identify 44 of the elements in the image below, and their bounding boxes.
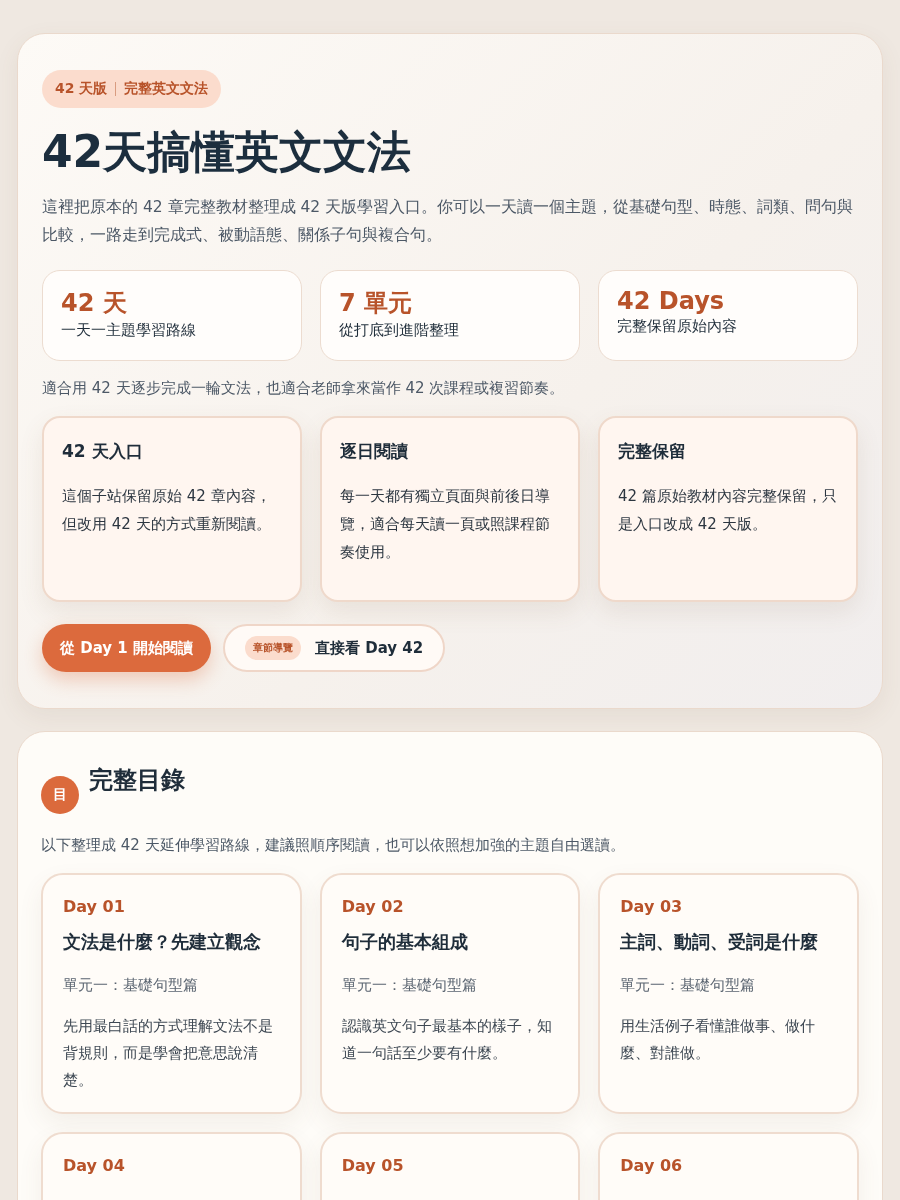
day-label: Day 05 — [341, 1156, 405, 1176]
unit-label: 單元一：基礎句型篇 — [341, 976, 478, 996]
unit-label: 單元一：基礎句型篇 — [620, 976, 757, 996]
stat-value: 42 Days — [617, 287, 726, 316]
stat-label: 完整保留原始內容 — [617, 317, 738, 337]
note-text: 適合用 42 天逐步完成一輪文法，也適合老師拿來當作 42 次課程或複習節奏。 — [42, 379, 566, 399]
day-card[interactable]: Day 06 — [598, 1132, 859, 1200]
day-label: Day 02 — [341, 897, 405, 917]
day-title: 主詞、動詞、受詞是什麼 — [620, 930, 820, 955]
stat-value: 7 單元 — [339, 288, 414, 320]
day-card[interactable]: Day 03 主詞、動詞、受詞是什麼 單元一：基礎句型篇 用生活例子看懂誰做事、做什麼、對誰做。 — [598, 873, 859, 1115]
day-label: Day 01 — [63, 897, 126, 917]
day-card[interactable]: Day 02 句子的基本組成 單元一：基礎句型篇 認識英文句子最基本的樣子，知道一句話至少要有什麼。 — [319, 873, 581, 1115]
chapter-tag: 章節導覽 — [245, 636, 301, 661]
stat-label: 一天一主題學習路線 — [61, 321, 197, 341]
day-card[interactable]: Day 05 — [319, 1132, 581, 1200]
page-title: 42天搞懂英文文法 — [42, 126, 413, 179]
day-title: 文法是什麼？先建立觀念 — [63, 930, 262, 955]
day-label: Day 03 — [620, 897, 684, 917]
feature-title: 42 天入口 — [62, 440, 144, 464]
badge-label: 完整英文文法 — [124, 80, 209, 98]
day-description: 先用最白話的方式理解文法不是背規則，而是學會把意思說清楚。 — [63, 1016, 274, 1092]
jump-label[interactable]: 直接看 Day 42 — [315, 638, 424, 658]
day-card[interactable]: Day 01 文法是什麼？先建立觀念 單元一：基礎句型篇 先用最白話的方式理解文法不是背規則，而是學會把意思說清楚。 — [41, 873, 302, 1115]
day-label: Day 06 — [620, 1156, 684, 1176]
stat-value: 42 天 — [61, 288, 128, 320]
day-title: 句子的基本組成 — [341, 930, 469, 955]
day-description: 用生活例子看懂誰做事、做什麼、對誰做。 — [620, 1016, 817, 1065]
unit-label: 單元一：基礎句型篇 — [63, 976, 199, 996]
feature-text: 每一天都有獨立頁面與前後日導覽，適合每天讀一頁或照課程節奏使用。 — [340, 486, 551, 563]
section-title: 完整目錄 — [89, 765, 185, 797]
toc-icon: 目 — [41, 776, 79, 815]
day-label: Day 04 — [63, 1156, 126, 1176]
feature-title: 逐日閱讀 — [340, 440, 409, 464]
toc-intro-text: 以下整理成 42 天延伸學習路線，建議照順序閱讀，也可以依照想加強的主題自由選讀。 — [41, 836, 626, 856]
feature-title: 完整保留 — [618, 440, 687, 464]
feature-text: 42 篇原始教材內容完整保留，只是入口改成 42 天版。 — [618, 486, 838, 535]
feature-text: 這個子站保留原始 42 章內容，但改用 42 天的方式重新閱讀。 — [62, 486, 272, 535]
stat-label: 從打底到進階整理 — [339, 321, 460, 341]
day-description: 認識英文句子最基本的樣子，知道一句話至少要有什麼。 — [341, 1016, 553, 1065]
jump-button[interactable]: 章節導覽 直接看 Day 42 — [223, 624, 446, 673]
day-card[interactable]: Day 04 — [41, 1132, 302, 1200]
badge-label: 42 天版 — [55, 80, 108, 98]
intro-text: 這裡把原本的 42 章完整教材整理成 42 天版學習入口。你可以一天讀一個主題，從基礎句型、時態、詞類、問句與比較，一路走到完成式、被動語態、關係子句與複合句。 — [42, 196, 855, 247]
